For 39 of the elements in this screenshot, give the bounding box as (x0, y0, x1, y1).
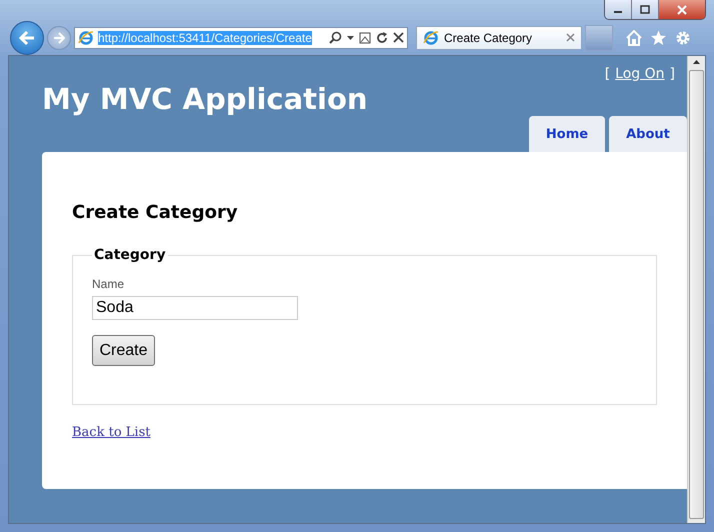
back-button[interactable] (10, 20, 44, 54)
settings-icon[interactable] (675, 30, 691, 46)
left-arrow-icon (18, 30, 36, 46)
home-icon[interactable] (626, 30, 642, 46)
browser-tab[interactable]: Create Category (416, 26, 582, 50)
close-button[interactable] (659, 0, 705, 19)
forward-button[interactable] (47, 26, 71, 50)
refresh-icon (376, 32, 388, 44)
browser-logo-icon (423, 30, 439, 46)
close-icon (393, 32, 404, 43)
maximize-icon (640, 5, 650, 14)
browser-logo-icon (78, 30, 94, 46)
menu-tab[interactable]: About (609, 116, 687, 152)
url-text: http://localhost:53411/Categories/Create (98, 30, 312, 44)
back-to-list-link[interactable]: Back to List (72, 425, 150, 440)
site-title: My MVC Application (42, 82, 368, 116)
minimize-button[interactable] (605, 0, 632, 19)
log-on-link[interactable]: Log On (615, 66, 665, 82)
fieldset-legend: Category (92, 247, 168, 263)
menu-tab[interactable]: Home (529, 116, 605, 152)
close-icon (676, 4, 688, 14)
tab-title: Create Category (444, 30, 534, 44)
right-arrow-icon (53, 32, 65, 44)
star-icon[interactable] (650, 30, 667, 46)
create-button[interactable]: Create (92, 335, 155, 366)
close-icon[interactable] (566, 33, 575, 42)
caret-icon (347, 36, 354, 40)
search-icon (329, 31, 342, 44)
scroll-thumb[interactable] (689, 70, 704, 519)
input-field[interactable]: Soda (92, 296, 298, 320)
maximize-button[interactable] (632, 0, 659, 19)
new-tab-button[interactable] (585, 24, 613, 50)
page-heading: Create Category (72, 202, 239, 223)
compatibility-icon (359, 32, 371, 44)
bracket-text: [ (604, 66, 610, 82)
up-arrow-icon[interactable] (693, 60, 700, 64)
field-label: Name (92, 277, 126, 291)
bracket-text: ] (670, 66, 675, 82)
scrollbar[interactable] (687, 56, 705, 523)
